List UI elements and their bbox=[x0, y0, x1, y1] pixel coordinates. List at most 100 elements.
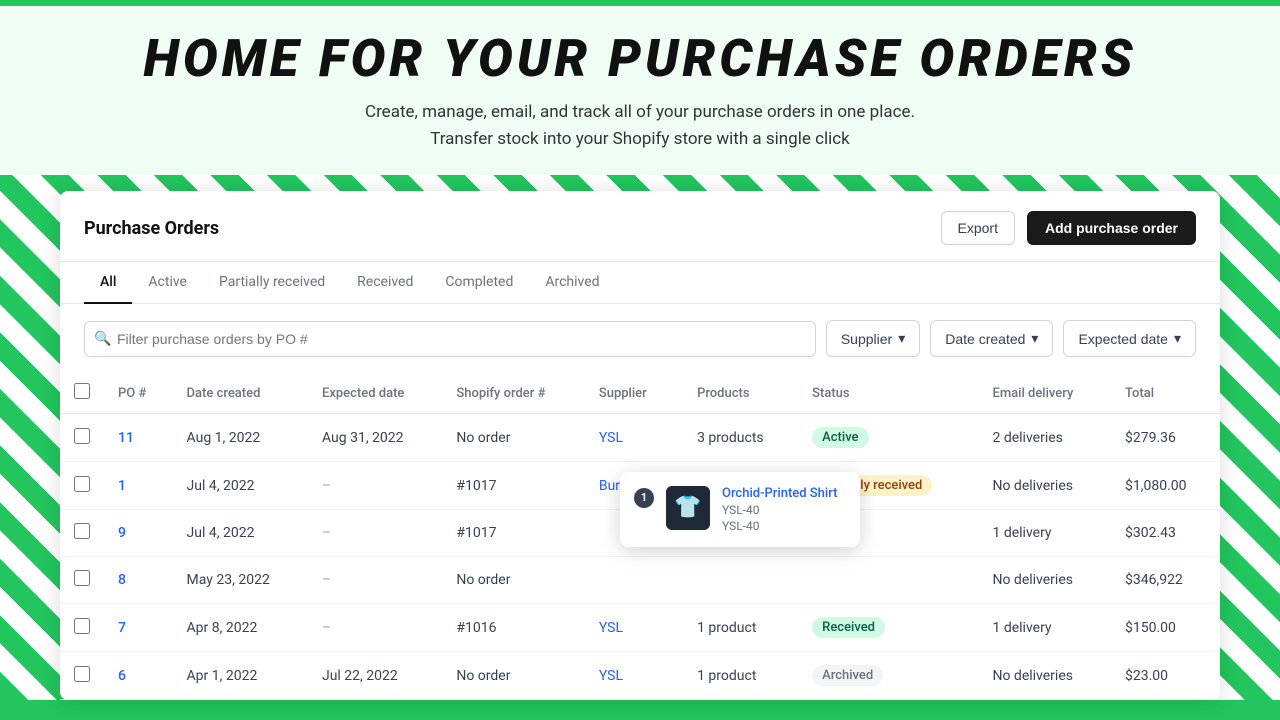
date-created-cell: Apr 8, 2022 bbox=[173, 604, 308, 652]
products-cell: 1 product bbox=[683, 652, 798, 700]
supplier-cell: YSL bbox=[585, 414, 683, 462]
total-cell: $279.36 bbox=[1111, 414, 1220, 462]
tooltip-product-name[interactable]: Orchid-Printed Shirt bbox=[722, 486, 837, 501]
search-wrapper: 🔍 bbox=[84, 321, 816, 357]
orders-table-wrapper: PO # Date created Expected date Shopify … bbox=[60, 373, 1220, 700]
col-products: Products bbox=[683, 373, 798, 414]
table-header-row: PO # Date created Expected date Shopify … bbox=[60, 373, 1220, 414]
total-cell: $23.00 bbox=[1111, 652, 1220, 700]
hero-banner: HOME FOR YOUR PURCHASE ORDERS Create, ma… bbox=[0, 0, 1280, 175]
product-tooltip: 1 👕 Orchid-Printed Shirt YSL-40 YSL-40 bbox=[620, 472, 860, 547]
supplier-filter-button[interactable]: Supplier ▾ bbox=[826, 320, 920, 357]
filter-row: 🔍 Supplier ▾ Date created ▾ Expected dat… bbox=[60, 304, 1220, 373]
po-link[interactable]: 7 bbox=[118, 620, 126, 636]
row-checkbox[interactable] bbox=[74, 428, 90, 444]
email-delivery-cell: No deliveries bbox=[978, 462, 1110, 510]
po-link[interactable]: 1 bbox=[118, 478, 126, 494]
expected-date: Aug 31, 2022 bbox=[322, 430, 404, 446]
hero-subtitle: Create, manage, email, and track all of … bbox=[40, 99, 1240, 153]
shopify-order-cell: No order bbox=[442, 414, 585, 462]
expected-date-cell: Aug 31, 2022 bbox=[308, 414, 442, 462]
hero-title: HOME FOR YOUR PURCHASE ORDERS bbox=[40, 28, 1240, 89]
table-row: 8 May 23, 2022 – No order No deliveries … bbox=[60, 557, 1220, 604]
col-po: PO # bbox=[104, 373, 173, 414]
po-link[interactable]: 6 bbox=[118, 668, 126, 684]
status-badge: Received bbox=[812, 617, 885, 638]
tab-archived[interactable]: Archived bbox=[529, 262, 615, 304]
main-bg: Purchase Orders Export Add purchase orde… bbox=[0, 175, 1280, 700]
date-created-filter-button[interactable]: Date created ▾ bbox=[930, 320, 1053, 357]
supplier-cell: YSL bbox=[585, 652, 683, 700]
export-button[interactable]: Export bbox=[941, 211, 1015, 245]
col-total: Total bbox=[1111, 373, 1220, 414]
total-cell: $1,080.00 bbox=[1111, 462, 1220, 510]
email-delivery-cell: 1 delivery bbox=[978, 510, 1110, 557]
col-email-delivery: Email delivery bbox=[978, 373, 1110, 414]
chevron-down-icon: ▾ bbox=[1031, 330, 1038, 347]
chevron-down-icon: ▾ bbox=[1174, 330, 1181, 347]
products-cell bbox=[683, 557, 798, 604]
date-created-cell: Apr 1, 2022 bbox=[173, 652, 308, 700]
date-created-cell: May 23, 2022 bbox=[173, 557, 308, 604]
tab-all[interactable]: All bbox=[84, 262, 132, 304]
shopify-order-cell: #1017 bbox=[442, 462, 585, 510]
table-row: 1 Jul 4, 2022 – #1017 Burberry 1 product… bbox=[60, 462, 1220, 510]
tooltip-sku2: YSL-40 bbox=[722, 519, 837, 533]
products-cell: 3 products bbox=[683, 414, 798, 462]
supplier-link[interactable]: YSL bbox=[599, 668, 623, 684]
purchase-orders-card: Purchase Orders Export Add purchase orde… bbox=[60, 191, 1220, 700]
supplier-link[interactable]: YSL bbox=[599, 620, 623, 636]
email-delivery-cell: 2 deliveries bbox=[978, 414, 1110, 462]
supplier-cell bbox=[585, 557, 683, 604]
orders-table: PO # Date created Expected date Shopify … bbox=[60, 373, 1220, 700]
status-cell: Archived bbox=[798, 652, 978, 700]
search-icon: 🔍 bbox=[94, 331, 111, 347]
search-input[interactable] bbox=[84, 321, 816, 357]
status-badge: Archived bbox=[812, 665, 883, 686]
email-delivery-cell: No deliveries bbox=[978, 557, 1110, 604]
col-supplier: Supplier bbox=[585, 373, 683, 414]
tab-active[interactable]: Active bbox=[132, 262, 203, 304]
date-created-cell: Aug 1, 2022 bbox=[173, 414, 308, 462]
tooltip-product-image: 👕 bbox=[666, 486, 710, 530]
email-delivery-cell: 1 delivery bbox=[978, 604, 1110, 652]
card-header: Purchase Orders Export Add purchase orde… bbox=[60, 191, 1220, 262]
table-row: 6 Apr 1, 2022 Jul 22, 2022 No order YSL … bbox=[60, 652, 1220, 700]
tab-received[interactable]: Received bbox=[341, 262, 429, 304]
po-link[interactable]: 11 bbox=[118, 430, 134, 446]
total-cell: $346,922 bbox=[1111, 557, 1220, 604]
expected-date-dash: – bbox=[322, 620, 331, 636]
total-cell: $302.43 bbox=[1111, 510, 1220, 557]
po-link[interactable]: 9 bbox=[118, 525, 126, 541]
expected-date-dash: – bbox=[322, 525, 331, 541]
tabs-bar: All Active Partially received Received C… bbox=[60, 262, 1220, 304]
date-created-cell: Jul 4, 2022 bbox=[173, 462, 308, 510]
status-cell: Active bbox=[798, 414, 978, 462]
chevron-down-icon: ▾ bbox=[898, 330, 905, 347]
row-checkbox[interactable] bbox=[74, 523, 90, 539]
po-link[interactable]: 8 bbox=[118, 572, 126, 588]
expected-date-cell: – bbox=[308, 462, 442, 510]
supplier-link[interactable]: YSL bbox=[599, 430, 623, 446]
row-checkbox[interactable] bbox=[74, 618, 90, 634]
row-checkbox[interactable] bbox=[74, 666, 90, 682]
row-checkbox[interactable] bbox=[74, 570, 90, 586]
tab-completed[interactable]: Completed bbox=[429, 262, 529, 304]
shopify-order-cell: #1017 bbox=[442, 510, 585, 557]
shopify-order-cell: No order bbox=[442, 652, 585, 700]
status-cell: Received bbox=[798, 604, 978, 652]
add-purchase-order-button[interactable]: Add purchase order bbox=[1027, 211, 1196, 245]
tooltip-sku1: YSL-40 bbox=[722, 503, 837, 517]
email-delivery-cell: No deliveries bbox=[978, 652, 1110, 700]
expected-date-dash: – bbox=[322, 572, 331, 588]
expected-date-filter-button[interactable]: Expected date ▾ bbox=[1063, 320, 1196, 357]
table-row: 7 Apr 8, 2022 – #1016 YSL 1 product Rece… bbox=[60, 604, 1220, 652]
status-cell bbox=[798, 557, 978, 604]
shopify-order-cell: #1016 bbox=[442, 604, 585, 652]
tab-partially-received[interactable]: Partially received bbox=[203, 262, 341, 304]
row-checkbox[interactable] bbox=[74, 476, 90, 492]
header-actions: Export Add purchase order bbox=[941, 211, 1197, 245]
col-date-created: Date created bbox=[173, 373, 308, 414]
date-created-cell: Jul 4, 2022 bbox=[173, 510, 308, 557]
select-all-checkbox[interactable] bbox=[74, 383, 90, 399]
